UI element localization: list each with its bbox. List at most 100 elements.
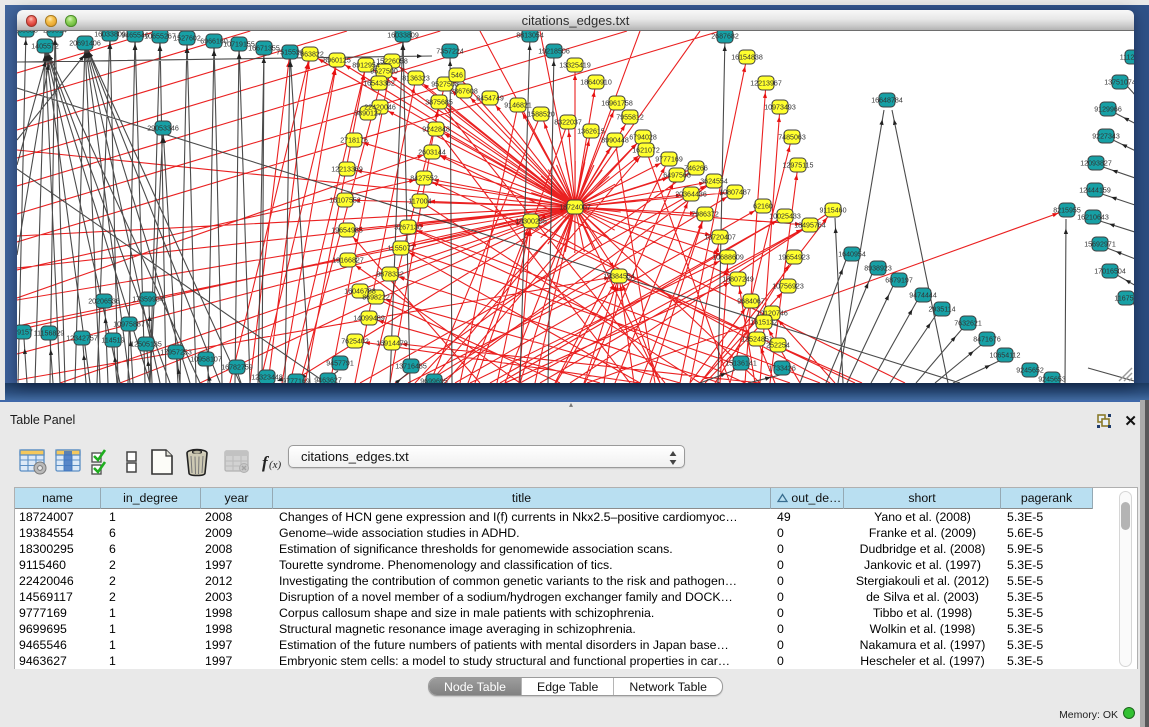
- svg-text:18724007: 18724007: [559, 204, 591, 212]
- svg-text:15226058: 15226058: [376, 58, 408, 66]
- svg-text:17016504: 17016504: [1094, 268, 1126, 276]
- svg-text:9699695: 9699695: [420, 378, 448, 384]
- svg-text:8938923: 8938923: [864, 265, 892, 273]
- svg-text:15136141: 15136141: [725, 360, 757, 368]
- svg-text:7986372: 7986372: [691, 211, 719, 219]
- svg-text:19654985: 19654985: [331, 227, 363, 235]
- svg-text:1615132: 1615132: [750, 319, 778, 327]
- svg-text:16914479: 16914479: [376, 340, 408, 348]
- svg-text:18495764: 18495764: [794, 222, 826, 230]
- svg-text:16782759: 16782759: [221, 364, 253, 372]
- svg-text:7485063: 7485063: [778, 134, 806, 142]
- svg-text:1640954: 1640954: [838, 251, 866, 259]
- svg-text:6794028: 6794028: [629, 134, 657, 142]
- svg-text:18720407: 18720407: [704, 234, 736, 242]
- svg-text:8698222: 8698222: [362, 294, 390, 302]
- svg-text:10975887: 10975887: [113, 321, 145, 329]
- svg-text:209514: 209514: [43, 31, 67, 35]
- svg-text:17359934: 17359934: [132, 296, 164, 304]
- svg-text:20691406: 20691406: [69, 40, 101, 48]
- svg-text:15692971: 15692971: [1084, 241, 1116, 249]
- svg-text:12323448: 12323448: [251, 374, 283, 382]
- svg-text:9146821: 9146821: [504, 102, 532, 110]
- svg-text:2867608: 2867608: [450, 88, 478, 96]
- svg-text:10688609: 10688609: [712, 254, 744, 262]
- svg-text:9890127: 9890127: [354, 110, 382, 118]
- svg-text:8136323: 8136323: [402, 75, 430, 83]
- svg-text:1588520: 1588520: [527, 111, 555, 119]
- svg-text:19654923: 19654923: [778, 254, 810, 262]
- svg-text:16107552: 16107552: [329, 197, 361, 205]
- svg-text:160338: 160338: [17, 31, 38, 35]
- svg-text:6497568: 6497568: [663, 172, 691, 180]
- svg-text:8471676: 8471676: [973, 336, 1001, 344]
- svg-text:18640910: 18640910: [580, 79, 612, 87]
- svg-text:12213369: 12213369: [331, 166, 363, 174]
- svg-text:9245653: 9245653: [1038, 376, 1066, 384]
- svg-text:14099489: 14099489: [353, 315, 385, 323]
- svg-text:9245652: 9245652: [1016, 367, 1044, 375]
- svg-text:252254: 252254: [766, 342, 790, 350]
- svg-text:8990448: 8990448: [601, 137, 629, 145]
- svg-text:(x): (x): [269, 459, 282, 471]
- svg-text:9527500: 9527500: [370, 68, 398, 76]
- svg-text:3267130: 3267130: [394, 224, 422, 232]
- svg-text:117004: 117004: [408, 198, 431, 206]
- svg-text:1155077: 1155077: [387, 245, 414, 253]
- svg-text:2603144: 2603144: [418, 149, 446, 157]
- svg-text:2935114: 2935114: [928, 306, 955, 314]
- svg-text:8878332: 8878332: [376, 271, 404, 279]
- svg-text:10973493: 10973493: [764, 104, 796, 112]
- svg-text:1733426: 1733426: [768, 365, 796, 373]
- svg-text:12975115: 12975115: [782, 162, 813, 170]
- svg-text:6879197: 6879197: [885, 277, 913, 285]
- svg-text:9227343: 9227343: [1092, 133, 1120, 141]
- svg-text:10807487: 10807487: [719, 189, 751, 197]
- svg-text:17957253: 17957253: [160, 349, 192, 357]
- svg-text:7632621: 7632621: [954, 320, 982, 328]
- svg-text:12342757: 12342757: [66, 335, 98, 343]
- svg-text:13716485: 13716485: [395, 363, 427, 371]
- svg-text:19166827: 19166827: [332, 257, 364, 265]
- svg-text:7955812: 7955812: [616, 114, 644, 122]
- svg-text:116753: 116753: [1114, 295, 1134, 303]
- svg-text:10025433: 10025433: [769, 213, 801, 221]
- svg-text:1405572: 1405572: [31, 43, 59, 51]
- svg-text:2718176: 2718176: [340, 137, 368, 145]
- svg-text:8960125: 8960125: [323, 57, 351, 65]
- svg-text:16033809: 16033809: [387, 32, 419, 40]
- svg-text:8813054: 8813054: [516, 32, 544, 40]
- svg-text:7357224: 7357224: [436, 48, 464, 56]
- svg-text:3624554: 3624554: [700, 178, 728, 186]
- svg-text:13325419: 13325419: [559, 62, 591, 70]
- svg-text:9684067: 9684067: [737, 298, 765, 306]
- svg-text:1621072: 1621072: [632, 147, 660, 155]
- svg-text:16671355: 16671355: [248, 45, 280, 53]
- svg-text:62160: 62160: [753, 203, 773, 211]
- svg-text:9777169: 9777169: [655, 156, 683, 164]
- svg-text:1527602: 1527602: [173, 35, 201, 43]
- svg-text:8427552: 8427552: [410, 175, 438, 183]
- svg-text:16543362: 16543362: [363, 80, 395, 88]
- svg-text:16961758: 16961758: [601, 100, 633, 108]
- svg-text:16648784: 16648784: [871, 97, 903, 105]
- svg-text:16154838: 16154838: [731, 54, 763, 62]
- svg-text:18807249: 18807249: [722, 276, 754, 284]
- svg-text:8322037: 8322037: [554, 119, 582, 127]
- svg-text:12213967: 12213967: [750, 80, 782, 88]
- svg-text:9777169: 9777169: [282, 378, 310, 384]
- svg-text:10655267: 10655267: [144, 33, 176, 41]
- svg-text:12444159: 12444159: [1079, 187, 1111, 195]
- svg-text:16210643: 16210643: [1077, 214, 1109, 222]
- svg-text:9463627: 9463627: [314, 377, 342, 384]
- svg-text:3875685: 3875685: [425, 99, 453, 107]
- svg-text:10958107: 10958107: [190, 356, 222, 364]
- svg-text:10756923: 10756923: [772, 283, 804, 291]
- svg-text:20364436: 20364436: [675, 191, 707, 199]
- svg-text:9115460: 9115460: [819, 207, 846, 215]
- svg-text:11156829: 11156829: [34, 330, 65, 338]
- svg-text:7663822: 7663822: [296, 51, 324, 59]
- svg-text:29053346: 29053346: [147, 125, 179, 133]
- svg-text:10654112: 10654112: [989, 352, 1020, 360]
- svg-text:9129966: 9129966: [1094, 106, 1122, 114]
